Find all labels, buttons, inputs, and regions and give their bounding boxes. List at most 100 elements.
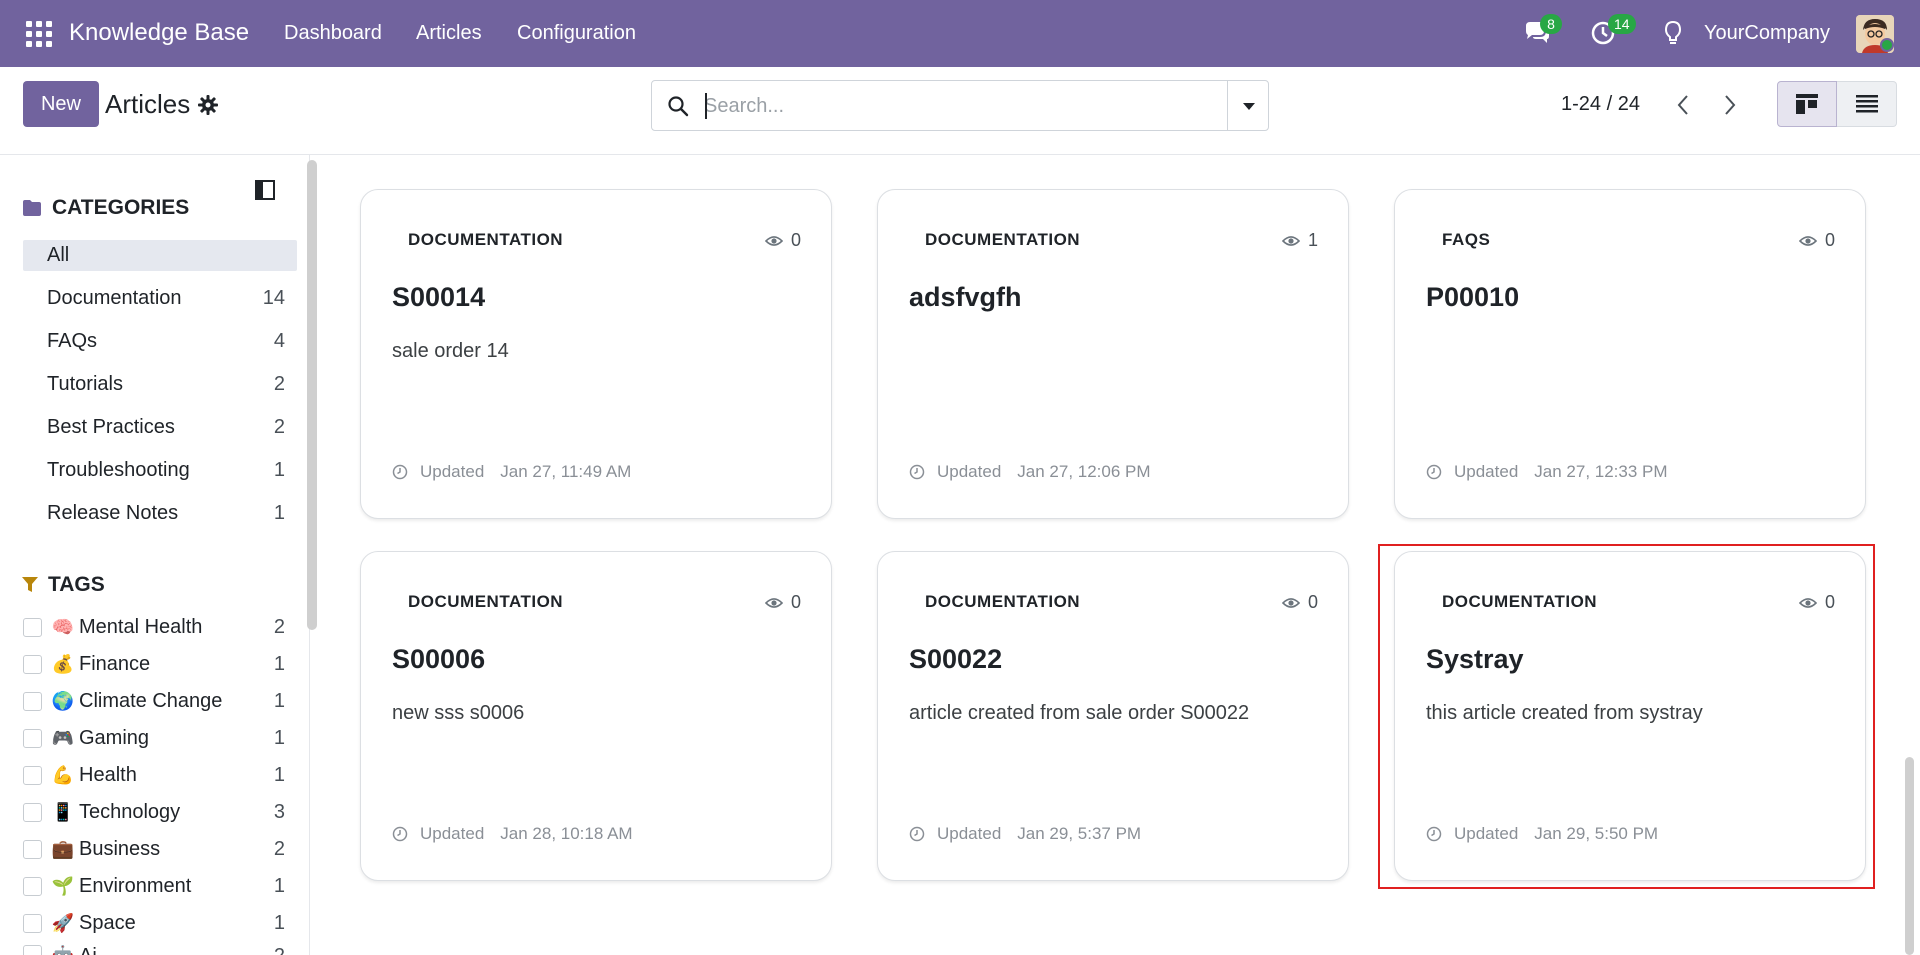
folder-icon [23,200,41,216]
category-item-best-practices[interactable]: Best Practices 2 [23,412,297,443]
tag-label: Space [79,911,136,934]
sidebar-scrollbar[interactable] [307,160,317,630]
tag-filter-health[interactable]: 💪 Health 1 [23,760,285,790]
categories-header: CATEGORIES [22,196,189,220]
eye-icon [764,597,783,608]
list-view-button[interactable] [1837,81,1897,127]
card-updated-label: Updated [1454,824,1519,843]
tag-checkbox[interactable] [23,802,42,822]
category-item-all[interactable]: All [23,240,297,271]
tag-filter-business[interactable]: 💼 Business 2 [23,834,285,864]
nav-dashboard[interactable]: Dashboard [284,22,382,45]
tag-checkbox[interactable] [23,945,42,955]
messages-button[interactable]: 8 [1522,14,1562,48]
category-item-release-notes[interactable]: Release Notes 1 [23,498,297,529]
eye-icon [1281,235,1300,246]
card-footer: Updated Jan 27, 11:49 AM [392,462,631,482]
category-item-faqs[interactable]: FAQs 4 [23,326,297,357]
search-icon [668,96,689,117]
tag-filter-gaming[interactable]: 🎮 Gaming 1 [23,723,285,753]
new-button[interactable]: New [23,81,99,127]
gear-icon[interactable] [197,94,219,116]
eye-icon [1281,597,1300,608]
nav-articles[interactable]: Articles [416,22,482,45]
article-card[interactable]: DOCUMENTATION 1 adsfvgfh Updated Jan 27,… [877,189,1349,519]
flexed-arm-icon: 💪 [51,764,75,785]
pager-previous-button[interactable] [1670,90,1696,120]
card-category: DOCUMENTATION [408,592,564,611]
tag-count: 3 [273,800,285,823]
card-category: DOCUMENTATION [925,230,1081,249]
category-item-documentation[interactable]: Documentation 14 [23,283,297,314]
category-count: 2 [273,373,285,395]
chevron-right-icon [1725,95,1736,115]
kanban-view-button[interactable] [1777,81,1837,127]
money-bag-icon: 💰 [51,653,75,674]
tag-filter-technology[interactable]: 📱 Technology 3 [23,797,285,827]
tag-filter-mental-health[interactable]: 🧠 Mental Health 2 [23,612,285,642]
category-count: 1 [273,459,285,481]
tag-checkbox[interactable] [23,839,42,859]
article-card[interactable]: DOCUMENTATION 0 S00006 new sss s0006 Upd… [360,551,832,881]
rocket-icon: 🚀 [51,912,75,933]
nav-configuration[interactable]: Configuration [517,22,636,45]
card-title: S00006 [392,644,486,674]
tips-button[interactable] [1658,18,1688,48]
pager-value[interactable]: 1-24 / 24 [1561,93,1640,116]
tag-filter-ai[interactable]: 🤖 Ai 2 [23,945,285,955]
tag-label: Ai [79,945,97,955]
tag-filter-climate-change[interactable]: 🌍 Climate Change 1 [23,686,285,716]
tag-label: Environment [79,874,192,897]
card-updated-label: Updated [1454,462,1519,481]
tag-checkbox[interactable] [23,728,42,748]
tag-checkbox[interactable] [23,654,42,674]
tag-filter-finance[interactable]: 💰 Finance 1 [23,649,285,679]
messages-badge: 8 [1540,14,1562,34]
card-description: sale order 14 [392,340,509,362]
article-card[interactable]: FAQS 0 P00010 Updated Jan 27, 12:33 PM [1394,189,1866,519]
pager-next-button[interactable] [1717,90,1743,120]
search-input[interactable] [704,92,1204,120]
category-count: 2 [273,416,285,438]
tag-checkbox[interactable] [23,765,42,785]
app-name[interactable]: Knowledge Base [69,19,249,47]
tag-label: Health [79,763,137,786]
seedling-icon: 🌱 [51,875,75,896]
clock-icon [1426,464,1442,480]
card-title: S00022 [909,644,1003,674]
card-title: adsfvgfh [909,282,1022,312]
company-switcher[interactable]: YourCompany [1704,22,1830,45]
tag-checkbox[interactable] [23,876,42,896]
card-category: FAQS [1442,230,1491,249]
tag-label: Business [79,837,161,860]
card-category: DOCUMENTATION [408,230,564,249]
category-item-troubleshooting[interactable]: Troubleshooting 1 [23,455,297,486]
gamepad-icon: 🎮 [51,727,75,748]
main-scrollbar[interactable] [1905,757,1914,955]
tag-count: 1 [273,689,285,712]
tag-checkbox[interactable] [23,617,42,637]
apps-menu-icon[interactable] [26,21,52,47]
article-card-systray[interactable]: DOCUMENTATION 0 Systray this article cre… [1394,551,1866,881]
activities-button[interactable]: 14 [1590,14,1636,48]
tag-count: 1 [273,763,285,786]
control-panel: New Articles 1-24 / 24 [0,67,1920,155]
briefcase-icon: 💼 [51,838,75,859]
sidebar-toggle-icon[interactable] [255,180,275,200]
tag-filter-environment[interactable]: 🌱 Environment 1 [23,871,285,901]
article-card[interactable]: DOCUMENTATION 0 S00014 sale order 14 Upd… [360,189,832,519]
tag-checkbox[interactable] [23,691,42,711]
tags-title: TAGS [48,573,105,596]
card-description: article created from sale order S00022 [909,702,1250,724]
tag-count: 2 [273,837,285,860]
eye-icon [1798,235,1817,246]
tag-checkbox[interactable] [23,913,42,933]
card-views: 0 [764,592,801,613]
tag-filter-space[interactable]: 🚀 Space 1 [23,908,285,938]
search-options-toggle[interactable] [1227,81,1269,130]
category-label: Documentation [47,287,182,309]
tag-label: Gaming [79,726,150,749]
article-card[interactable]: DOCUMENTATION 0 S00022 article created f… [877,551,1349,881]
tag-label: Technology [79,800,181,823]
category-item-tutorials[interactable]: Tutorials 2 [23,369,297,400]
